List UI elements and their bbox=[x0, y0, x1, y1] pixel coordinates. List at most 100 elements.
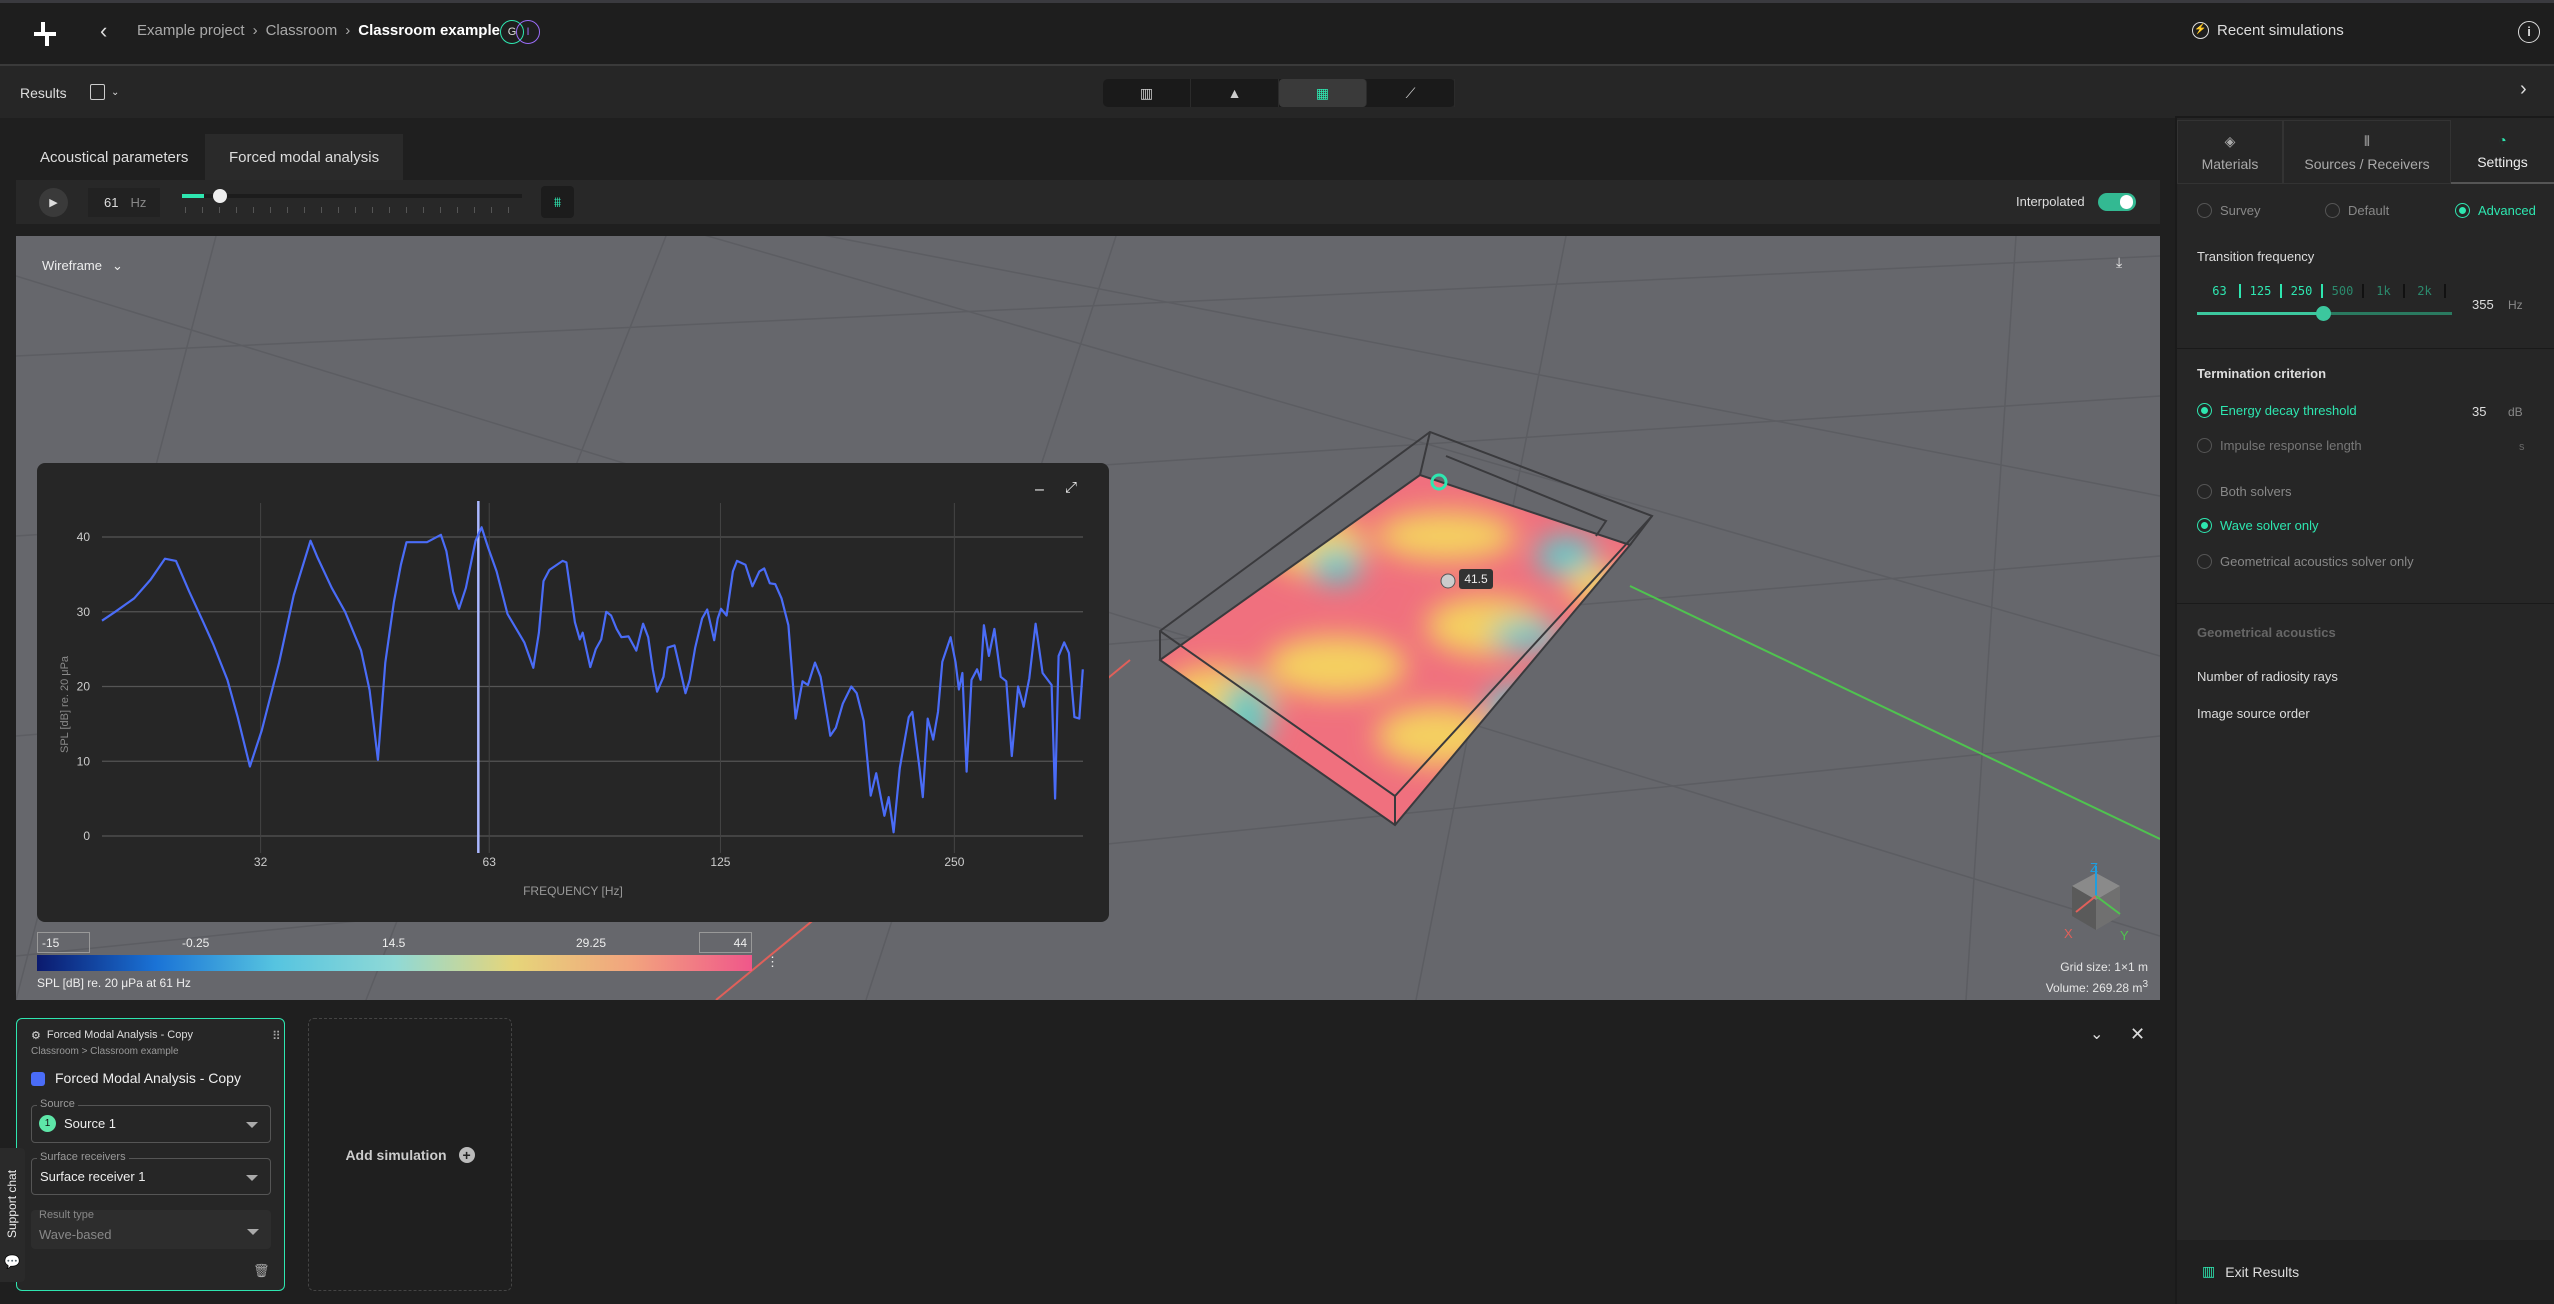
close-icon[interactable]: ✕ bbox=[2130, 1024, 2145, 1045]
y-axis-line bbox=[1629, 585, 2160, 840]
frequency-input[interactable]: 61 Hz bbox=[88, 188, 160, 217]
band-label[interactable]: 1k bbox=[2364, 284, 2405, 298]
x-tick-label: 32 bbox=[254, 855, 268, 869]
colorbar-menu-icon[interactable]: ⋮ bbox=[766, 954, 779, 970]
radio-label: Geometrical acoustics solver only bbox=[2220, 554, 2414, 569]
solver-wave-only[interactable]: Wave solver only bbox=[2197, 518, 2319, 533]
band-label[interactable]: 250 bbox=[2282, 284, 2323, 298]
preset-radio-group: Survey Default Advanced bbox=[2197, 203, 2536, 218]
geometrical-title: Geometrical acoustics bbox=[2197, 625, 2336, 640]
avatar[interactable]: I bbox=[516, 20, 540, 44]
recent-simulations-button[interactable]: ⚡ Recent simulations bbox=[2192, 22, 2344, 39]
tab-label: Sources / Receivers bbox=[2304, 155, 2430, 172]
results-icon bbox=[90, 84, 105, 100]
probe-value: 41.5 bbox=[1464, 572, 1488, 586]
axis-gizmo[interactable]: Z X Y bbox=[2064, 860, 2129, 943]
view-switcher: ▥ ▲ ▦ ⟋ bbox=[1103, 79, 1455, 107]
frequency-response-panel: – ⤢ 0 10 20 30 40 32 63 125 250 SPL [dB] re. 20 … bbox=[37, 463, 1109, 922]
radio[interactable] bbox=[2455, 203, 2470, 218]
energy-decay-option[interactable]: Energy decay threshold bbox=[2197, 403, 2357, 418]
scene-info: Grid size: 1×1 m Volume: 269.28 m3 bbox=[2046, 958, 2148, 997]
waveform-button[interactable]: ⩩ bbox=[541, 186, 574, 218]
preset-default[interactable]: Default bbox=[2325, 203, 2455, 218]
volume-unit-sup: 3 bbox=[2142, 979, 2148, 990]
frequency-slider-handle[interactable] bbox=[213, 189, 227, 203]
breadcrumb-model[interactable]: Classroom bbox=[266, 22, 338, 39]
display-mode-dropdown[interactable]: Wireframe ⌄ bbox=[42, 258, 123, 274]
radio[interactable] bbox=[2197, 554, 2212, 569]
dropdown-caret-icon bbox=[246, 1122, 258, 1128]
receiver-probe-icon[interactable] bbox=[1440, 573, 1456, 589]
band-label[interactable]: 500 bbox=[2323, 284, 2364, 298]
tab-forced-modal-analysis[interactable]: Forced modal analysis bbox=[205, 134, 404, 180]
results-chart-icon[interactable]: ▥ bbox=[1103, 79, 1191, 107]
add-simulation-button[interactable]: Add simulation + bbox=[308, 1018, 512, 1291]
grid-size-text: Grid size: 1×1 m bbox=[2060, 960, 2148, 974]
tab-acoustical-parameters[interactable]: Acoustical parameters bbox=[16, 134, 213, 180]
transition-slider-handle[interactable] bbox=[2316, 306, 2331, 321]
impulse-length-unit: s bbox=[2519, 441, 2525, 453]
waveform-icon: ⦀ bbox=[2363, 132, 2371, 149]
band-label[interactable]: 63 bbox=[2200, 284, 2241, 298]
tab-settings[interactable]: ◔ Settings bbox=[2451, 120, 2554, 184]
colorbar-min-input[interactable]: -15 bbox=[37, 932, 90, 953]
play-button[interactable]: ▶ bbox=[39, 188, 68, 217]
breadcrumb-current: Classroom example bbox=[358, 22, 500, 39]
radio[interactable] bbox=[2197, 203, 2212, 218]
frequency-slider[interactable] bbox=[182, 194, 522, 198]
tab-materials[interactable]: ◈ Materials bbox=[2177, 120, 2283, 184]
colorbar-max-input[interactable]: 44 bbox=[699, 932, 752, 953]
radio[interactable] bbox=[2197, 518, 2212, 533]
radio-label: Survey bbox=[2220, 203, 2261, 218]
back-chevron-icon[interactable]: ‹ bbox=[100, 18, 107, 44]
panel-expand-chevron-icon[interactable]: › bbox=[2520, 78, 2527, 101]
playback-bar bbox=[16, 180, 2160, 224]
transition-frequency-value[interactable]: 355 bbox=[2472, 297, 2494, 312]
card-breadcrumb: Classroom > Classroom example bbox=[31, 1046, 179, 1057]
simulation-color-swatch[interactable] bbox=[31, 1072, 45, 1086]
radio[interactable] bbox=[2325, 203, 2340, 218]
card-header-title: Forced Modal Analysis - Copy bbox=[46, 1029, 193, 1041]
band-label[interactable]: 2k bbox=[2405, 284, 2446, 298]
lightning-icon: ⚡ bbox=[2192, 22, 2209, 39]
radio[interactable] bbox=[2197, 403, 2212, 418]
app-logo-icon[interactable] bbox=[32, 20, 58, 48]
frequency-response-chart[interactable]: 0 10 20 30 40 32 63 125 250 bbox=[37, 463, 1109, 922]
collapse-chevron-icon[interactable]: ⌄ bbox=[2090, 1024, 2103, 1044]
y-tick-label: 0 bbox=[83, 829, 90, 843]
simulation-card[interactable]: ⚙ Forced Modal Analysis - Copy ⠿ Classroo… bbox=[16, 1018, 285, 1291]
radio-label: Default bbox=[2348, 203, 2390, 218]
support-chat-tab[interactable]: Support chat 💬 bbox=[0, 1148, 25, 1282]
impulse-length-option[interactable]: Impulse response length bbox=[2197, 438, 2362, 453]
solver-both[interactable]: Both solvers bbox=[2197, 484, 2292, 499]
radio[interactable] bbox=[2197, 484, 2212, 499]
download-icon[interactable]: ⤓ bbox=[2116, 254, 2122, 271]
energy-decay-value[interactable]: 35 bbox=[2472, 404, 2486, 419]
drag-handle-icon[interactable]: ⠿ bbox=[272, 1029, 281, 1043]
results-view-dropdown[interactable]: ⌄ bbox=[90, 84, 119, 100]
tab-sources-receivers[interactable]: ⦀ Sources / Receivers bbox=[2283, 120, 2451, 184]
trash-icon[interactable]: 🗑 bbox=[253, 1263, 270, 1279]
surface-receivers-select[interactable]: Surface receivers Surface receiver 1 bbox=[31, 1151, 271, 1195]
result-type-select[interactable]: Result type Wave-based bbox=[31, 1209, 271, 1249]
breadcrumb-project[interactable]: Example project bbox=[137, 22, 245, 39]
radio[interactable] bbox=[2197, 438, 2212, 453]
breadcrumb: Example project › Classroom › Classroom ex… bbox=[137, 22, 500, 39]
source-icon[interactable]: ▲ bbox=[1191, 79, 1279, 107]
source-select[interactable]: Source 1 Source 1 bbox=[31, 1098, 271, 1143]
band-label[interactable]: 125 bbox=[2241, 284, 2282, 298]
result-type-label: Result type bbox=[39, 1209, 95, 1221]
solver-geometrical-only[interactable]: Geometrical acoustics solver only bbox=[2197, 554, 2414, 569]
info-icon[interactable]: i bbox=[2518, 21, 2540, 43]
preset-survey[interactable]: Survey bbox=[2197, 203, 2325, 218]
graph-icon[interactable]: ⟋ bbox=[1367, 79, 1455, 107]
energy-decay-unit: dB bbox=[2508, 405, 2523, 419]
tab-label: Settings bbox=[2477, 154, 2528, 170]
heatmap-icon[interactable]: ▦ bbox=[1279, 79, 1367, 107]
exit-results-button[interactable]: ▥ Exit Results bbox=[2202, 1263, 2299, 1280]
preset-advanced[interactable]: Advanced bbox=[2455, 203, 2536, 218]
y-tick-label: 20 bbox=[77, 680, 91, 694]
interpolated-toggle[interactable] bbox=[2098, 193, 2136, 211]
radio-label: Energy decay threshold bbox=[2220, 403, 2357, 418]
x-axis-label: FREQUENCY [Hz] bbox=[523, 884, 623, 898]
